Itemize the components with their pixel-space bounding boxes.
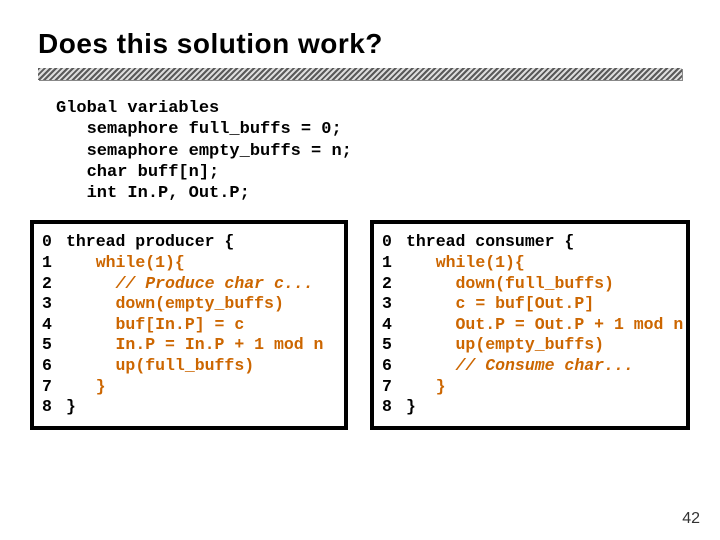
- slide: Does this solution work? Global variable…: [0, 0, 720, 540]
- producer-code-line: }: [66, 397, 340, 418]
- globals-line3: char buff[n];: [87, 163, 220, 182]
- consumer-code-line: Out.P = Out.P + 1 mod n: [406, 315, 683, 336]
- producer-line-number: 8: [42, 397, 60, 418]
- producer-line-number: 4: [42, 315, 60, 336]
- globals-line4: int In.P, Out.P;: [87, 184, 250, 203]
- consumer-code-line: c = buf[Out.P]: [406, 294, 683, 315]
- globals-heading: Global variables: [56, 99, 219, 118]
- producer-code-line: up(full_buffs): [66, 356, 340, 377]
- globals-block: Global variables semaphore full_buffs = …: [56, 98, 682, 204]
- slide-title: Does this solution work?: [38, 28, 682, 60]
- consumer-line-number: 2: [382, 274, 400, 295]
- producer-code-line: In.P = In.P + 1 mod n: [66, 335, 340, 356]
- producer-code-line: while(1){: [66, 253, 340, 274]
- producer-line-number: 0: [42, 232, 60, 253]
- consumer-line-number: 7: [382, 377, 400, 398]
- code-columns: 0 thread producer { 1 while(1){ 2 // Produc…: [30, 220, 690, 430]
- consumer-line-number: 1: [382, 253, 400, 274]
- globals-line2: semaphore empty_buffs = n;: [87, 142, 352, 161]
- consumer-code-line: }: [406, 377, 683, 398]
- producer-line-number: 3: [42, 294, 60, 315]
- consumer-line-number: 5: [382, 335, 400, 356]
- consumer-code-line: down(full_buffs): [406, 274, 683, 295]
- consumer-code-line: up(empty_buffs): [406, 335, 683, 356]
- producer-code-line: buf[In.P] = c: [66, 315, 340, 336]
- producer-code-line: }: [66, 377, 340, 398]
- consumer-code-line: // Consume char...: [406, 356, 683, 377]
- consumer-box: 0 thread consumer { 1 while(1){ 2 down(full…: [370, 220, 690, 430]
- consumer-line-number: 8: [382, 397, 400, 418]
- consumer-code-line: thread consumer {: [406, 232, 683, 253]
- consumer-code-line: }: [406, 397, 683, 418]
- consumer-code-line: while(1){: [406, 253, 683, 274]
- producer-line-number: 1: [42, 253, 60, 274]
- consumer-line-number: 0: [382, 232, 400, 253]
- consumer-line-number: 6: [382, 356, 400, 377]
- producer-code: 0 thread producer { 1 while(1){ 2 // Produc…: [42, 232, 340, 418]
- producer-code-line: thread producer {: [66, 232, 340, 253]
- producer-line-number: 7: [42, 377, 60, 398]
- producer-code-line: down(empty_buffs): [66, 294, 340, 315]
- consumer-line-number: 4: [382, 315, 400, 336]
- producer-line-number: 6: [42, 356, 60, 377]
- consumer-code: 0 thread consumer { 1 while(1){ 2 down(full…: [382, 232, 682, 418]
- globals-line1: semaphore full_buffs = 0;: [87, 120, 342, 139]
- producer-line-number: 2: [42, 274, 60, 295]
- consumer-line-number: 3: [382, 294, 400, 315]
- producer-code-line: // Produce char c...: [66, 274, 340, 295]
- title-underline: [38, 68, 682, 80]
- producer-line-number: 5: [42, 335, 60, 356]
- producer-box: 0 thread producer { 1 while(1){ 2 // Produc…: [30, 220, 348, 430]
- page-number: 42: [682, 510, 700, 528]
